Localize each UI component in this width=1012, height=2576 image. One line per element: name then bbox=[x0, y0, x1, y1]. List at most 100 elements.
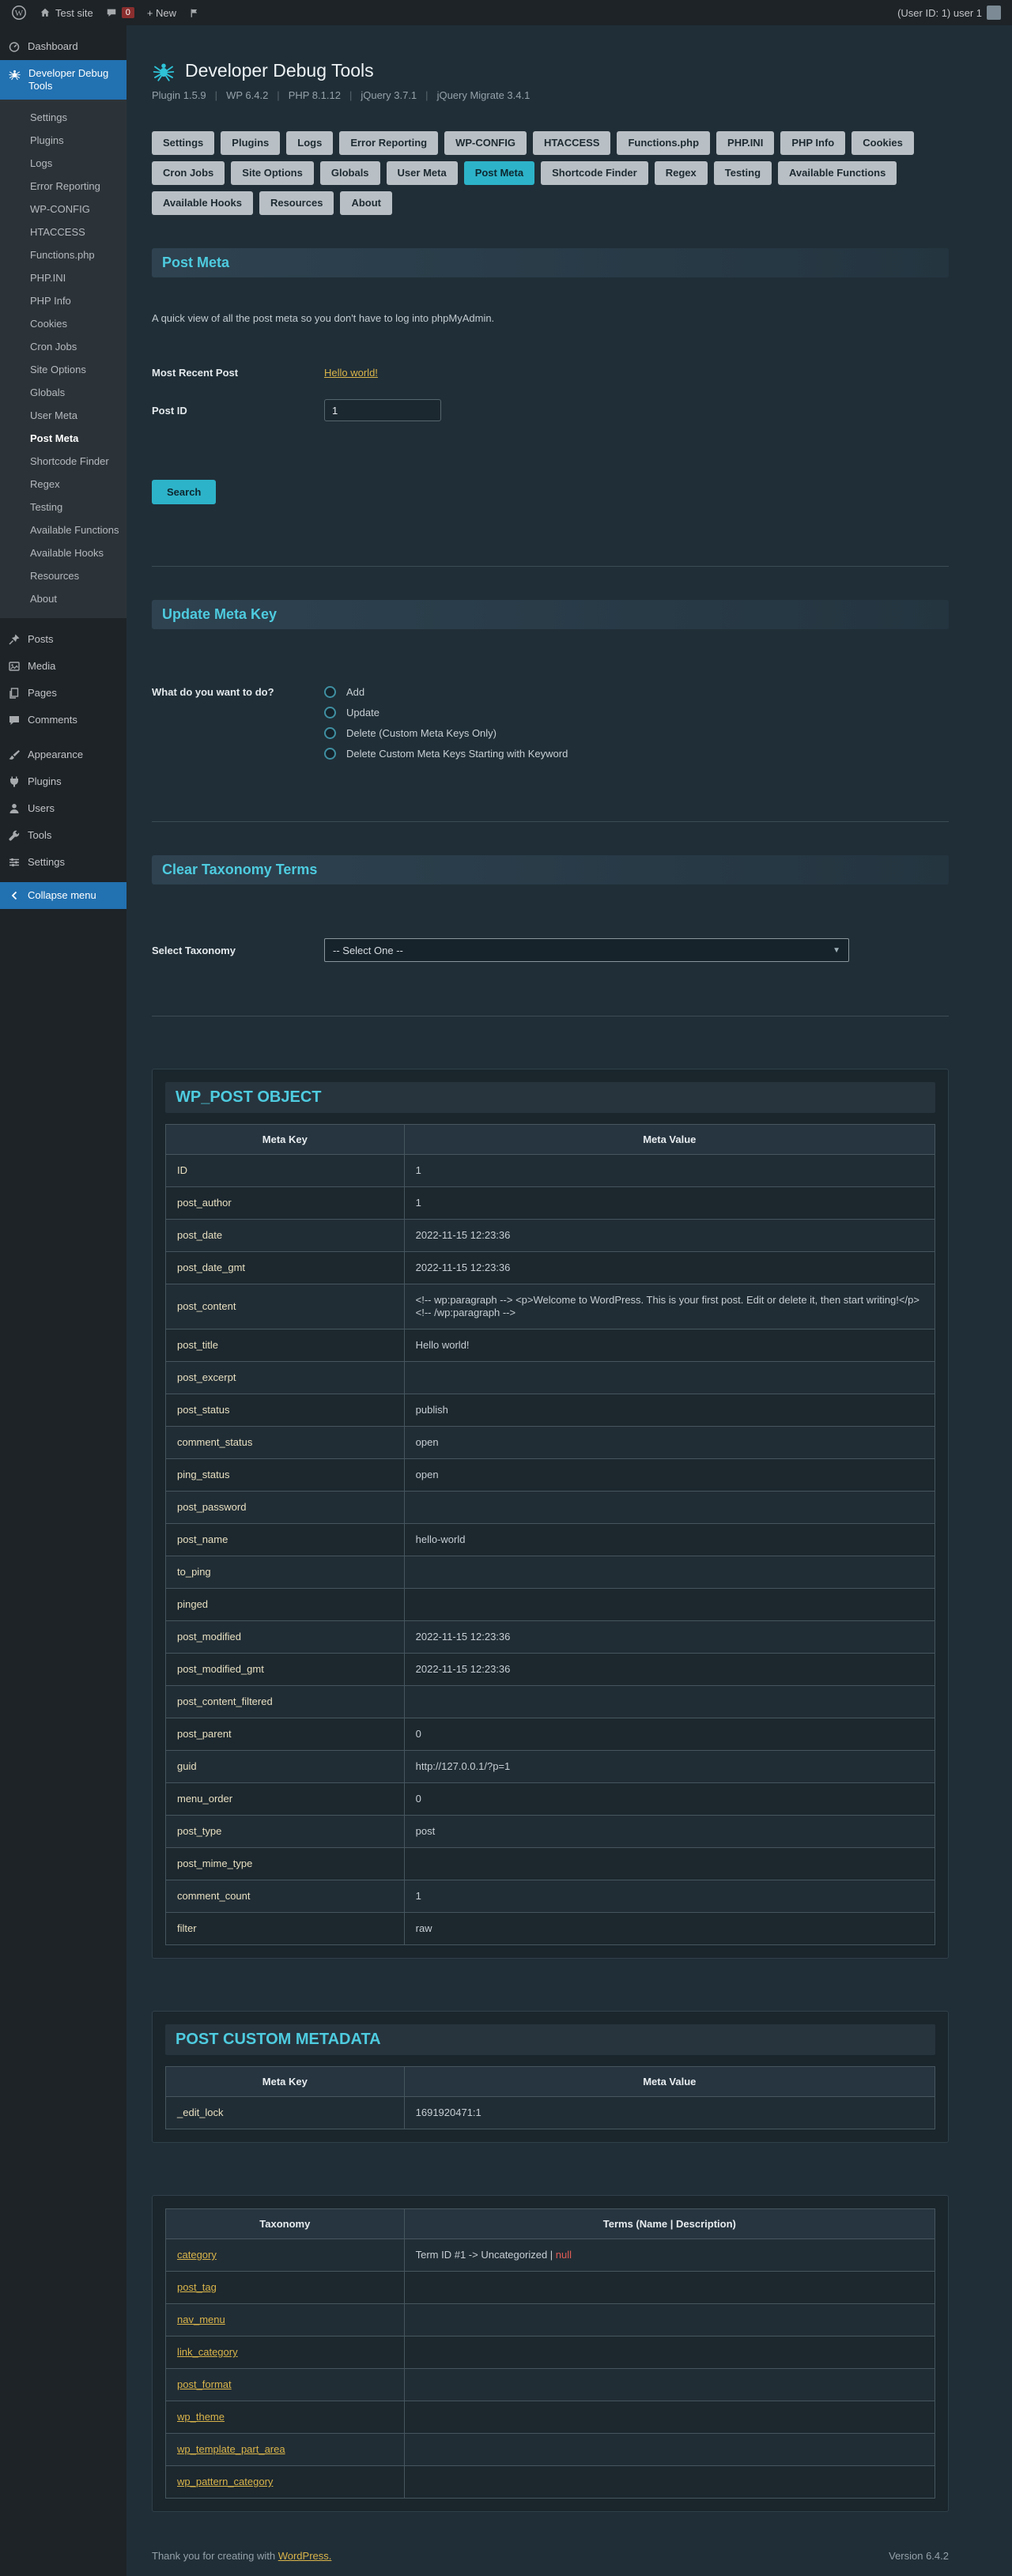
tab[interactable]: Post Meta bbox=[464, 161, 534, 185]
user-account-menu[interactable]: (User ID: 1) user 1 bbox=[897, 6, 1001, 20]
radio-option[interactable]: Add bbox=[324, 686, 949, 698]
submenu-item[interactable]: Shortcode Finder bbox=[0, 450, 126, 473]
submenu-item[interactable]: Available Hooks bbox=[0, 541, 126, 564]
submenu-item[interactable]: Plugins bbox=[0, 129, 126, 152]
tab[interactable]: Error Reporting bbox=[339, 131, 438, 155]
sidebar-item-label: Settings bbox=[28, 856, 65, 869]
tab[interactable]: Resources bbox=[259, 191, 334, 215]
tab[interactable]: Logs bbox=[286, 131, 333, 155]
sidebar-item-appearance[interactable]: Appearance bbox=[0, 741, 126, 768]
tab[interactable]: PHP.INI bbox=[716, 131, 774, 155]
taxonomy-link[interactable]: wp_pattern_category bbox=[177, 2476, 273, 2487]
submenu-item[interactable]: Post Meta bbox=[0, 427, 126, 450]
radio-option[interactable]: Update bbox=[324, 707, 949, 718]
submenu-item[interactable]: Error Reporting bbox=[0, 175, 126, 198]
section-description: A quick view of all the post meta so you… bbox=[152, 312, 949, 324]
sidebar-item-label: Tools bbox=[28, 829, 51, 842]
taxonomy-link[interactable]: wp_theme bbox=[177, 2411, 225, 2423]
submenu-item[interactable]: Cookies bbox=[0, 312, 126, 335]
sidebar-item-posts[interactable]: Posts bbox=[0, 626, 126, 653]
submenu-item[interactable]: Functions.php bbox=[0, 243, 126, 266]
tab[interactable]: HTACCESS bbox=[533, 131, 611, 155]
wordpress-logo-button[interactable]: W bbox=[11, 5, 27, 21]
sidebar-item-tools[interactable]: Tools bbox=[0, 822, 126, 849]
taxonomy-select[interactable]: -- Select One -- ▼ bbox=[324, 938, 849, 962]
tab[interactable]: About bbox=[340, 191, 392, 215]
site-name-menu[interactable]: Test site bbox=[40, 7, 93, 19]
sidebar-item-media[interactable]: Media bbox=[0, 653, 126, 680]
sidebar-item-comments[interactable]: Comments bbox=[0, 707, 126, 734]
radio-icon[interactable] bbox=[324, 748, 336, 760]
tab[interactable]: Regex bbox=[655, 161, 708, 185]
tab[interactable]: Functions.php bbox=[617, 131, 710, 155]
submenu-item[interactable]: PHP Info bbox=[0, 289, 126, 312]
post-id-input[interactable] bbox=[324, 399, 441, 421]
submenu-item[interactable]: Available Functions bbox=[0, 519, 126, 541]
radio-icon[interactable] bbox=[324, 727, 336, 739]
sidebar-item-label: Collapse menu bbox=[28, 889, 96, 902]
sliders-icon bbox=[8, 856, 21, 869]
tab[interactable]: Settings bbox=[152, 131, 214, 155]
taxonomy-link[interactable]: post_tag bbox=[177, 2281, 217, 2293]
tab[interactable]: PHP Info bbox=[780, 131, 845, 155]
sidebar-item-dev-debug-tools[interactable]: Developer Debug Tools bbox=[0, 60, 126, 100]
radio-option[interactable]: Delete Custom Meta Keys Starting with Ke… bbox=[324, 748, 949, 760]
flag-icon bbox=[189, 8, 199, 18]
taxonomy-link[interactable]: nav_menu bbox=[177, 2314, 225, 2325]
submenu-item[interactable]: User Meta bbox=[0, 404, 126, 427]
tab[interactable]: Cron Jobs bbox=[152, 161, 225, 185]
tab[interactable]: User Meta bbox=[387, 161, 458, 185]
radio-option[interactable]: Delete (Custom Meta Keys Only) bbox=[324, 727, 949, 739]
most-recent-post-link[interactable]: Hello world! bbox=[324, 367, 378, 379]
collapse-menu-button[interactable]: Collapse menu bbox=[0, 882, 126, 909]
submenu-item[interactable]: Testing bbox=[0, 496, 126, 519]
sidebar-item-pages[interactable]: Pages bbox=[0, 680, 126, 707]
submenu-item[interactable]: PHP.INI bbox=[0, 266, 126, 289]
taxonomy-terms-panel: Taxonomy Terms (Name | Description) cate… bbox=[152, 2195, 949, 2512]
tab[interactable]: Shortcode Finder bbox=[541, 161, 648, 185]
new-content-menu[interactable]: + New bbox=[147, 7, 176, 19]
submenu-item[interactable]: Cron Jobs bbox=[0, 335, 126, 358]
wordpress-link[interactable]: WordPress. bbox=[278, 2550, 332, 2562]
tab[interactable]: Plugins bbox=[221, 131, 280, 155]
submenu-item[interactable]: HTACCESS bbox=[0, 221, 126, 243]
table-row: post_tag bbox=[166, 2272, 935, 2304]
meta-value-cell: http://127.0.0.1/?p=1 bbox=[404, 1751, 935, 1783]
sidebar-item-users[interactable]: Users bbox=[0, 795, 126, 822]
sidebar-item-plugins[interactable]: Plugins bbox=[0, 768, 126, 795]
comments-menu[interactable]: 0 bbox=[106, 7, 134, 18]
version-info-item: PHP 8.1.12 bbox=[268, 89, 341, 101]
tab[interactable]: Cookies bbox=[852, 131, 914, 155]
menu-separator bbox=[0, 734, 126, 741]
tab[interactable]: WP-CONFIG bbox=[444, 131, 527, 155]
tab[interactable]: Testing bbox=[714, 161, 772, 185]
submenu-item[interactable]: Site Options bbox=[0, 358, 126, 381]
submenu-item[interactable]: Globals bbox=[0, 381, 126, 404]
select-taxonomy-label: Select Taxonomy bbox=[152, 945, 324, 956]
taxonomy-link[interactable]: post_format bbox=[177, 2378, 232, 2390]
page-title: Developer Debug Tools bbox=[185, 60, 374, 81]
meta-key-cell: guid bbox=[166, 1751, 405, 1783]
taxonomy-link[interactable]: link_category bbox=[177, 2346, 238, 2358]
tab[interactable]: Globals bbox=[320, 161, 380, 185]
radio-icon[interactable] bbox=[324, 686, 336, 698]
tab[interactable]: Available Hooks bbox=[152, 191, 253, 215]
radio-icon[interactable] bbox=[324, 707, 336, 718]
submenu-item[interactable]: Logs bbox=[0, 152, 126, 175]
taxonomy-link[interactable]: wp_template_part_area bbox=[177, 2443, 285, 2455]
search-button[interactable]: Search bbox=[152, 480, 216, 504]
tab[interactable]: Available Functions bbox=[778, 161, 897, 185]
tab[interactable]: Site Options bbox=[231, 161, 314, 185]
submenu-item[interactable]: Resources bbox=[0, 564, 126, 587]
sidebar-item-dashboard[interactable]: Dashboard bbox=[0, 33, 126, 60]
debug-flag-menu[interactable] bbox=[189, 8, 199, 18]
sidebar-item-settings[interactable]: Settings bbox=[0, 849, 126, 876]
brush-icon bbox=[8, 749, 21, 761]
taxonomy-link[interactable]: category bbox=[177, 2249, 217, 2261]
submenu-item[interactable]: About bbox=[0, 587, 126, 610]
submenu-item[interactable]: WP-CONFIG bbox=[0, 198, 126, 221]
submenu-item[interactable]: Settings bbox=[0, 106, 126, 129]
submenu-item[interactable]: Regex bbox=[0, 473, 126, 496]
sidebar-item-label: Dashboard bbox=[28, 40, 78, 53]
admin-bar: W Test site 0 + New (User ID: 1) user 1 bbox=[0, 0, 1012, 25]
